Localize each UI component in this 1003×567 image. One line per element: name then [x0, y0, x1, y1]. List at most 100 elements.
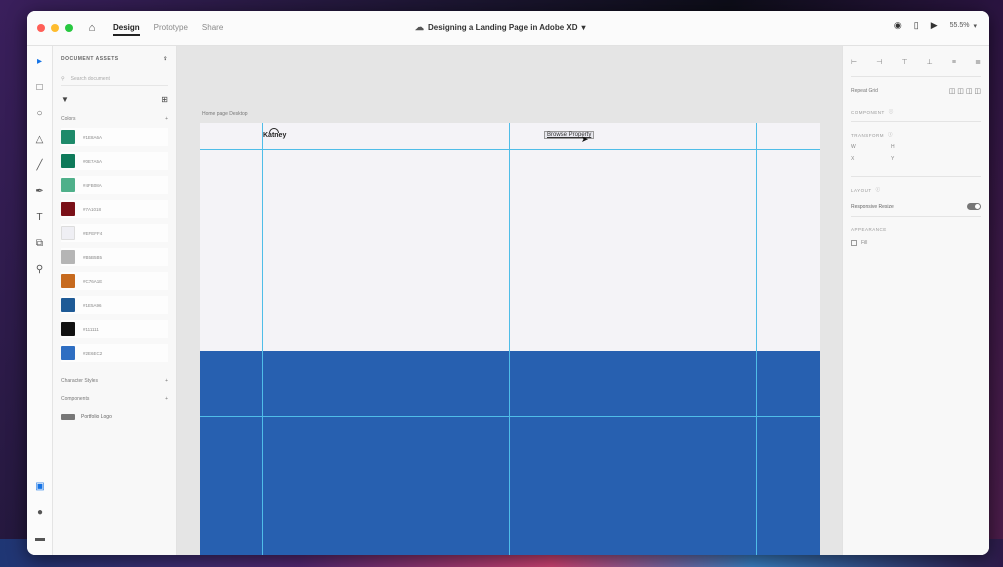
ellipse-tool-icon[interactable]: ○ — [33, 106, 47, 120]
align-top-icon[interactable]: ⊥ — [927, 58, 933, 66]
footer-block[interactable] — [200, 351, 820, 555]
zoom-tool-icon[interactable]: ⚲ — [33, 262, 47, 276]
layout-guide — [200, 149, 820, 150]
title-bar-right: ◉ ▯ ▶ 55.5% ▾ — [894, 20, 977, 31]
align-left-icon[interactable]: ⊢ — [851, 58, 857, 66]
responsive-resize-row: Responsive Resize — [851, 203, 981, 210]
assets-header: DOCUMENT ASSETS ⇪ — [61, 52, 168, 66]
user-icon[interactable]: ◉ — [894, 20, 902, 31]
info-icon: ⓘ — [875, 187, 881, 192]
add-icon[interactable]: + — [165, 116, 168, 122]
artboard-label[interactable]: Home page Desktop — [202, 111, 248, 117]
character-styles-header[interactable]: Character Styles + — [61, 376, 168, 386]
logo-text[interactable]: Katney — [263, 132, 286, 139]
polygon-tool-icon[interactable]: △ — [33, 132, 47, 146]
zoom-value: 55.5% — [949, 22, 970, 29]
design-canvas[interactable]: Home page Desktop Katney Browse Property… — [177, 46, 842, 555]
assets-icon[interactable]: ▣ — [33, 479, 47, 493]
assets-panel: DOCUMENT ASSETS ⇪ ⚲ Search document ▼ ⊞ … — [53, 46, 177, 555]
swatch-label: #C76A1E — [83, 278, 103, 284]
color-swatch[interactable]: #B5B5B5 — [61, 248, 168, 266]
divider — [851, 76, 981, 77]
add-icon[interactable]: + — [165, 378, 168, 384]
swatch-label: #1E5A96 — [83, 302, 102, 308]
device-preview-icon[interactable]: ▯ — [914, 20, 919, 31]
line-tool-icon[interactable]: ╱ — [33, 158, 47, 172]
layout-section-title: LAYOUT — [851, 187, 872, 193]
home-icon[interactable]: ⌂ — [85, 21, 99, 35]
distribute-vertical-icon[interactable]: ≣ — [975, 58, 981, 66]
document-title[interactable]: ☁ Designing a Landing Page in Adobe XD ▾ — [415, 22, 586, 33]
swatch-chip — [61, 322, 75, 336]
text-tool-icon[interactable]: T — [33, 210, 47, 224]
component-item[interactable]: Portfolio Logo — [61, 410, 168, 424]
repeat-grid-button[interactable]: Repeat Grid — [851, 88, 878, 94]
plugins-icon[interactable]: ▬ — [33, 531, 47, 545]
search-input[interactable]: Search document — [71, 76, 110, 82]
color-swatch[interactable]: #0E7A5A — [61, 152, 168, 170]
color-swatch[interactable]: #111111 — [61, 320, 168, 338]
responsive-resize-toggle[interactable] — [967, 203, 981, 210]
swatch-label: #7A1018 — [83, 206, 102, 212]
colors-section-header[interactable]: Colors + — [61, 114, 168, 124]
x-field[interactable]: X — [851, 156, 881, 162]
component-section-label: COMPONENT ⓘ — [851, 109, 981, 115]
color-swatch[interactable]: #1E5A96 — [61, 296, 168, 314]
swatch-label: #0E7A5A — [83, 158, 103, 164]
layers-icon[interactable]: ● — [33, 505, 47, 519]
close-window-button[interactable] — [37, 24, 45, 32]
filter-icon[interactable]: ▼ — [61, 95, 69, 104]
fill-checkbox[interactable] — [851, 240, 857, 246]
swatch-label: #4FB08A — [83, 182, 102, 188]
swatch-chip — [61, 154, 75, 168]
tab-share[interactable]: Share — [202, 21, 223, 36]
boolean-ops-icon[interactable]: ◫ ◫ ◫ ◫ — [949, 87, 981, 95]
layout-guide — [756, 123, 757, 555]
character-styles-label: Character Styles — [61, 378, 98, 384]
grid-view-icon[interactable]: ⊞ — [161, 95, 168, 104]
artboard-tool-icon[interactable]: ⧉ — [33, 236, 47, 250]
swatch-chip — [61, 202, 75, 216]
color-swatch[interactable]: #1E8A6A — [61, 128, 168, 146]
width-field[interactable]: W — [851, 144, 881, 150]
align-right-icon[interactable]: ⊤ — [901, 58, 907, 66]
rectangle-tool-icon[interactable]: □ — [33, 80, 47, 94]
color-swatch[interactable]: #EFEFF4 — [61, 224, 168, 242]
tab-design[interactable]: Design — [113, 21, 140, 36]
distribute-icon[interactable]: ≡ — [952, 59, 956, 66]
chevron-down-icon: ▾ — [581, 23, 586, 32]
zoom-window-button[interactable] — [65, 24, 73, 32]
components-header[interactable]: Components + — [61, 394, 168, 404]
color-swatch[interactable]: #C76A1E — [61, 272, 168, 290]
layout-guide — [200, 416, 820, 417]
select-tool-icon[interactable]: ▸ — [33, 54, 47, 68]
repeat-grid-row: Repeat Grid ◫ ◫ ◫ ◫ — [851, 83, 981, 99]
component-label: Portfolio Logo — [81, 414, 112, 420]
document-title-text: Designing a Landing Page in Adobe XD — [428, 23, 578, 32]
assets-title: DOCUMENT ASSETS — [61, 56, 119, 62]
mode-tabs: Design Prototype Share — [113, 21, 223, 36]
color-swatch[interactable]: #7A1018 — [61, 200, 168, 218]
play-icon[interactable]: ▶ — [931, 20, 938, 31]
component-thumbnail — [61, 414, 75, 420]
component-section-title: COMPONENT — [851, 109, 885, 115]
color-swatch[interactable]: #4FB08A — [61, 176, 168, 194]
height-field[interactable]: H — [891, 144, 921, 150]
artboard[interactable]: Katney Browse Property ➤ — [200, 123, 820, 555]
xd-app-window: ⌂ Design Prototype Share ☁ Designing a L… — [27, 11, 989, 555]
y-field[interactable]: Y — [891, 156, 921, 162]
swatch-label: #2E6EC2 — [83, 350, 103, 356]
cursor-icon: ➤ — [581, 134, 589, 144]
transform-section-label: TRANSFORM ⓘ — [851, 132, 981, 138]
minimize-window-button[interactable] — [51, 24, 59, 32]
assets-search[interactable]: ⚲ Search document — [61, 72, 168, 86]
align-center-icon[interactable]: ⊣ — [876, 58, 882, 66]
color-swatch[interactable]: #2E6EC2 — [61, 344, 168, 362]
tab-prototype[interactable]: Prototype — [154, 21, 188, 36]
fill-checkbox-row[interactable]: Fill — [851, 240, 981, 246]
swatch-chip — [61, 274, 75, 288]
zoom-dropdown[interactable]: 55.5% ▾ — [950, 22, 977, 30]
pen-tool-icon[interactable]: ✒ — [33, 184, 47, 198]
share-icon[interactable]: ⇪ — [163, 56, 168, 62]
add-icon[interactable]: + — [165, 396, 168, 402]
